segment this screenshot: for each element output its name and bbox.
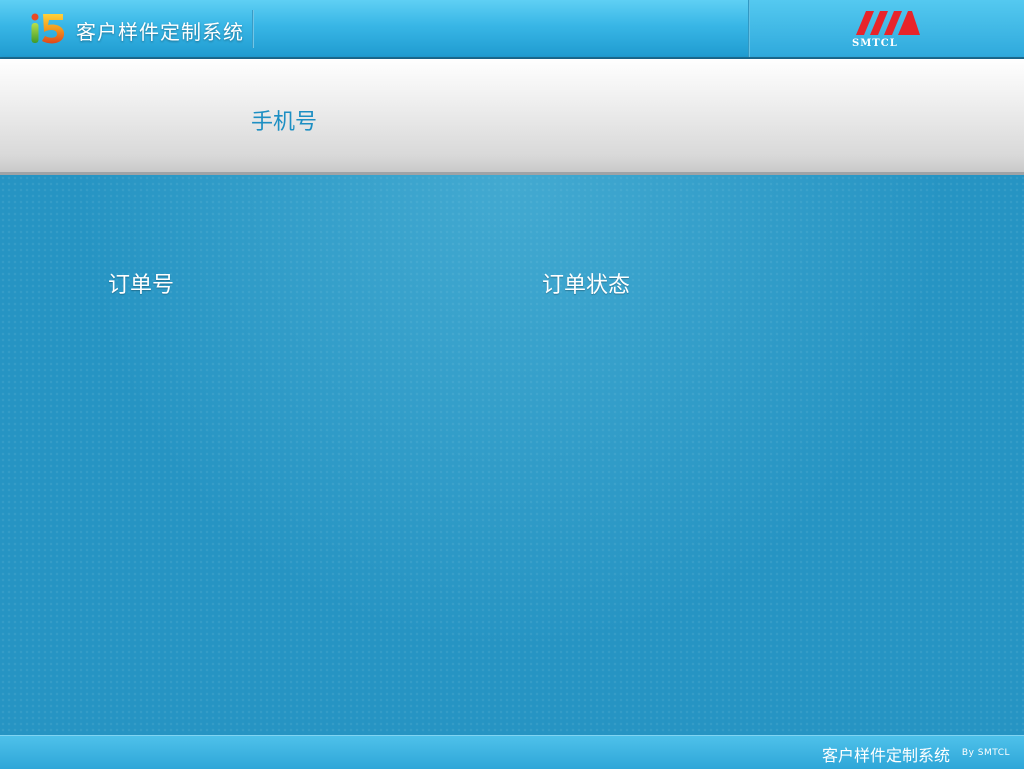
column-header-order-status: 订单状态 <box>542 273 631 298</box>
footer-title: 客户样件定制系统 <box>821 746 950 765</box>
header-divider <box>252 10 254 48</box>
phone-search-bar: 手机号 <box>0 59 1024 175</box>
phone-number-label[interactable]: 手机号 <box>251 104 317 136</box>
order-list-panel: 订单号 订单状态 <box>0 175 1024 735</box>
i5-logo-icon <box>31 13 65 44</box>
footer-credit: By SMTCL <box>961 748 1010 758</box>
app-header: 客户样件定制系统 SMTCL <box>0 0 1024 59</box>
app-title: 客户样件定制系统 <box>76 20 244 44</box>
brand-logo-text: SMTCL <box>852 38 898 49</box>
column-header-order-number: 订单号 <box>108 273 175 298</box>
app-footer: 客户样件定制系统 By SMTCL <box>0 735 1024 769</box>
